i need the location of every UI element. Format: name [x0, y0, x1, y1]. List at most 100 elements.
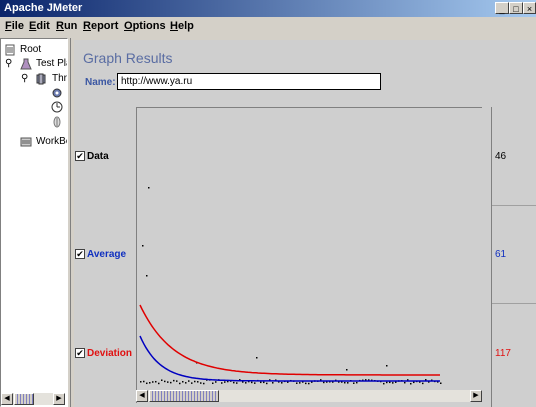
title-bar: Apache JMeter _ □ ×	[0, 0, 536, 17]
data-point	[143, 380, 145, 383]
data-point	[254, 382, 256, 384]
deviation-series	[139, 304, 440, 376]
average-checkbox[interactable]: ✔	[75, 249, 85, 259]
data-point	[392, 382, 394, 384]
menu-file[interactable]: File	[5, 17, 24, 35]
menu-edit[interactable]: Edit	[29, 17, 50, 35]
tree-item-root[interactable]: Root	[20, 44, 41, 55]
data-point	[167, 381, 169, 383]
scroll-thumb[interactable]	[14, 393, 34, 405]
data-value-box: 46	[492, 107, 536, 206]
data-point	[389, 381, 391, 384]
scroll-thumb[interactable]	[149, 390, 219, 402]
test-plan-tree[interactable]: Root ⚲ Test Pla ⚲ Thr WorkBe	[0, 38, 68, 407]
data-point	[173, 379, 175, 382]
flask-icon	[20, 58, 32, 70]
data-point	[245, 382, 247, 384]
data-point	[346, 369, 348, 371]
data-point	[164, 380, 166, 383]
scroll-right-icon[interactable]: ▶	[53, 393, 65, 405]
legend-average-label: Average	[87, 249, 127, 260]
data-point	[142, 245, 144, 247]
close-icon[interactable]: ×	[523, 2, 536, 14]
maximize-icon[interactable]: □	[509, 2, 523, 14]
deviation-checkbox[interactable]: ✔	[75, 348, 85, 358]
data-point	[410, 382, 412, 385]
data-point	[236, 382, 238, 384]
tree-item-test-plan[interactable]: Test Pla	[36, 58, 67, 69]
data-point	[197, 381, 199, 383]
data-point	[224, 381, 226, 383]
data-point	[353, 382, 355, 384]
data-point	[221, 382, 223, 384]
window-title: Apache JMeter	[4, 2, 83, 14]
listener-icon[interactable]	[51, 116, 63, 128]
panel-title: Graph Results	[83, 50, 173, 66]
data-point	[344, 381, 346, 384]
name-label: Name:	[85, 77, 116, 88]
tree-hscrollbar[interactable]: ◀ ▶	[1, 393, 65, 405]
timer-icon[interactable]	[51, 101, 63, 113]
legend-deviation-label: Deviation	[87, 348, 133, 359]
data-point	[233, 381, 235, 384]
graph-hscrollbar[interactable]: ◀ ▶	[136, 390, 482, 402]
data-point	[203, 382, 205, 385]
data-point	[383, 382, 385, 385]
menu-report[interactable]: Report	[83, 17, 118, 35]
data-point	[347, 382, 349, 384]
legend-data-label: Data	[87, 151, 109, 162]
expand-key-icon[interactable]: ⚲	[21, 73, 28, 84]
menu-run[interactable]: Run	[56, 17, 77, 35]
data-point	[146, 382, 148, 385]
expand-key-icon[interactable]: ⚲	[5, 58, 12, 69]
data-point	[176, 380, 178, 382]
scroll-left-icon[interactable]: ◀	[1, 393, 13, 405]
data-point	[404, 381, 406, 384]
data-point	[256, 357, 258, 359]
data-point	[182, 381, 184, 383]
data-checkbox[interactable]: ✔	[75, 151, 85, 161]
data-point	[146, 275, 148, 277]
tree-item-thread-group[interactable]: Thr	[52, 73, 67, 84]
tree-item-workbench[interactable]: WorkBe	[36, 136, 67, 147]
scroll-left-icon[interactable]: ◀	[136, 390, 148, 402]
data-series	[140, 187, 442, 385]
data-point	[281, 382, 283, 384]
data-point	[170, 381, 172, 384]
data-point	[200, 382, 202, 384]
data-point	[260, 381, 262, 384]
data-point	[152, 381, 154, 383]
data-point	[188, 380, 190, 382]
data-point	[263, 381, 265, 384]
data-point	[158, 382, 160, 385]
data-point	[191, 382, 193, 384]
data-point	[272, 382, 274, 384]
data-point	[323, 381, 325, 384]
menu-help[interactable]: Help	[170, 17, 194, 35]
data-point	[140, 381, 142, 383]
data-point	[155, 380, 157, 383]
data-point	[386, 365, 388, 367]
menu-options[interactable]: Options	[124, 17, 166, 35]
data-point	[148, 187, 150, 189]
data-point	[194, 380, 196, 383]
data-point	[251, 381, 253, 384]
gear-icon[interactable]	[51, 87, 63, 99]
data-point	[356, 381, 358, 384]
average-value-box: 61	[492, 205, 536, 304]
results-graph	[139, 187, 442, 385]
data-point	[212, 382, 214, 385]
name-field[interactable]	[117, 73, 381, 90]
data-point	[149, 382, 151, 384]
data-point	[161, 379, 163, 381]
data-point	[386, 381, 388, 384]
workbench-icon	[20, 137, 32, 147]
minimize-icon[interactable]: _	[495, 2, 509, 14]
data-point	[308, 382, 310, 385]
document-icon	[5, 44, 15, 56]
data-point	[413, 381, 415, 384]
scroll-right-icon[interactable]: ▶	[470, 390, 482, 402]
data-value: 46	[495, 151, 507, 162]
data-point	[299, 382, 301, 384]
data-point	[440, 382, 442, 384]
